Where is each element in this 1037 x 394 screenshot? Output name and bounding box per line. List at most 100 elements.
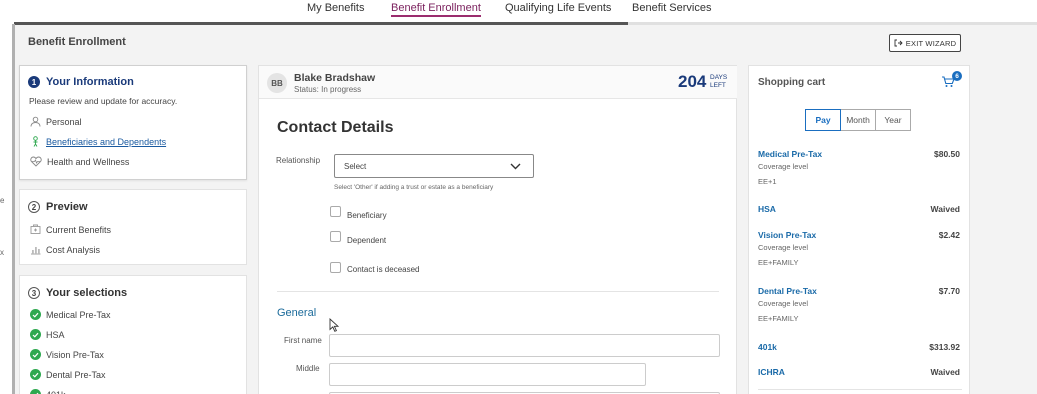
section-title: Contact Details (277, 119, 394, 136)
days-label-line-1: DAYS (710, 74, 728, 81)
step-3-title: Your selections (46, 287, 128, 299)
person-green-icon (33, 136, 38, 147)
dependent-checkbox-row[interactable]: Dependent (330, 228, 386, 245)
cart-item-coverage-label: Coverage level (758, 243, 809, 252)
profile-name: Blake Bradshaw (294, 72, 376, 84)
nav-item-personal[interactable]: Personal (30, 116, 82, 127)
check-icon (30, 349, 41, 360)
dependent-checkbox[interactable] (330, 231, 341, 242)
profile-status: Status: In progress (294, 85, 362, 94)
dependent-checkbox-label: Dependent (347, 236, 387, 245)
nav-item-beneficiaries-label: Beneficiaries and Dependents (46, 136, 167, 147)
selection-item[interactable]: HSA (30, 329, 65, 340)
relationship-select-value: Select (344, 161, 367, 171)
relationship-label: Relationship (276, 156, 321, 165)
nav-item-personal-label: Personal (46, 116, 82, 127)
first-name-label: First name (284, 336, 322, 345)
period-pay-button[interactable]: Pay (805, 109, 841, 131)
profile-bar: BB Blake Bradshaw Status: In progress 20… (259, 66, 737, 99)
main-area: Benefit Enrollment EXIT WIZARD 1 Your In… (15, 25, 1037, 394)
middle-name-input[interactable] (329, 363, 646, 386)
beneficiary-checkbox-label: Beneficiary (347, 211, 387, 220)
tab-benefit-services[interactable]: Benefit Services (632, 2, 711, 14)
nav-item-cost-analysis-label: Cost Analysis (46, 244, 101, 255)
avatar: BB (267, 73, 287, 93)
person-icon (30, 116, 41, 127)
step-your-selections: 3 Your selections Medical Pre-Tax HSA Vi… (19, 275, 247, 394)
selection-item[interactable]: Dental Pre-Tax (30, 369, 106, 380)
selection-label: HSA (46, 329, 65, 340)
bar-chart-icon (31, 247, 41, 255)
beneficiary-checkbox-row[interactable]: Beneficiary (330, 203, 387, 220)
step-your-information: 1 Your Information Please review and upd… (19, 65, 247, 180)
cart-count-badge: 6 (952, 71, 962, 81)
cart-item-name[interactable]: Vision Pre-Tax (758, 230, 816, 240)
beneficiary-checkbox[interactable] (330, 206, 341, 217)
cart-item-coverage-value: EE+FAMILY (758, 314, 799, 323)
exit-wizard-button[interactable]: EXIT WIZARD (889, 34, 961, 52)
days-left-label: DAYS LEFT (710, 74, 727, 90)
step-3-header[interactable]: 3 Your selections (28, 287, 127, 299)
middle-name-label: Middle (296, 364, 320, 373)
cart-item-amount: $313.92 (929, 342, 960, 352)
check-icon (30, 369, 41, 380)
nav-item-health-wellness[interactable]: Health and Wellness (30, 156, 129, 167)
nav-item-beneficiaries[interactable]: Beneficiaries and Dependents (30, 136, 166, 147)
cart-title: Shopping cart (758, 77, 826, 88)
cart-item-coverage-value: EE+FAMILY (758, 258, 799, 267)
cart-item-amount: $2.42 (938, 230, 960, 240)
deceased-checkbox-label: Contact is deceased (347, 265, 420, 274)
cart-item-name[interactable]: 401k (758, 342, 777, 352)
cart-item-name[interactable]: Medical Pre-Tax (758, 149, 822, 159)
section-divider (277, 291, 719, 292)
cart-item-coverage-label: Coverage level (758, 162, 809, 171)
cart-item-amount: $7.70 (938, 286, 960, 296)
benefits-icon (30, 224, 41, 234)
top-navigation: My Benefits Benefit Enrollment Qualifyin… (0, 0, 1037, 24)
edge-text-x: x (0, 248, 4, 257)
tab-benefit-enrollment[interactable]: Benefit Enrollment (391, 2, 481, 17)
selection-item[interactable]: 401k (30, 389, 66, 394)
shopping-cart-panel: Shopping cart 6 Pay Month Year Medical P… (748, 65, 970, 394)
selection-label: Vision Pre-Tax (46, 349, 104, 360)
step-2-title: Preview (46, 201, 88, 213)
cart-item-amount: Waived (930, 367, 960, 377)
nav-item-health-wellness-label: Health and Wellness (47, 156, 130, 167)
deceased-checkbox[interactable] (330, 261, 341, 273)
page-title: Benefit Enrollment (28, 36, 126, 48)
cart-item-amount: $80.50 (934, 149, 960, 159)
nav-item-cost-analysis[interactable]: Cost Analysis (30, 244, 100, 255)
period-year-button[interactable]: Year (875, 109, 911, 131)
selection-item[interactable]: Medical Pre-Tax (30, 309, 111, 320)
check-icon (30, 329, 41, 340)
selection-label: Medical Pre-Tax (46, 309, 111, 320)
cart-divider (758, 389, 962, 390)
cart-item-amount: Waived (930, 204, 960, 214)
exit-icon (894, 39, 903, 47)
period-month-button[interactable]: Month (840, 109, 876, 131)
check-icon (30, 389, 41, 394)
chevron-down-icon (510, 163, 521, 170)
cart-item-name[interactable]: ICHRA (758, 367, 785, 377)
cart-item-coverage-value: EE+1 (758, 177, 777, 186)
cart-item-name[interactable]: HSA (758, 204, 776, 214)
heart-pulse-icon (30, 156, 42, 167)
cart-item-coverage-label: Coverage level (758, 299, 809, 308)
deceased-checkbox-row[interactable]: Contact is deceased (330, 260, 420, 274)
first-name-input[interactable] (329, 334, 720, 357)
tab-my-benefits[interactable]: My Benefits (307, 2, 364, 14)
step-2-number: 2 (28, 201, 40, 213)
selection-label: Dental Pre-Tax (46, 369, 106, 380)
relationship-select[interactable]: Select (334, 154, 534, 178)
selection-item[interactable]: Vision Pre-Tax (30, 349, 104, 360)
nav-item-current-benefits-label: Current Benefits (46, 224, 112, 235)
nav-item-current-benefits[interactable]: Current Benefits (30, 224, 111, 235)
cart-item-name[interactable]: Dental Pre-Tax (758, 286, 817, 296)
days-label-line-2: LEFT (710, 82, 726, 89)
step-1-header[interactable]: 1 Your Information (28, 76, 134, 88)
general-heading: General (277, 307, 317, 319)
contact-details-card: BB Blake Bradshaw Status: In progress 20… (258, 65, 737, 394)
step-2-header[interactable]: 2 Preview (28, 201, 88, 213)
relationship-helper-text: Select 'Other' if adding a trust or esta… (334, 184, 494, 191)
tab-qualifying-life-events[interactable]: Qualifying Life Events (505, 2, 611, 14)
